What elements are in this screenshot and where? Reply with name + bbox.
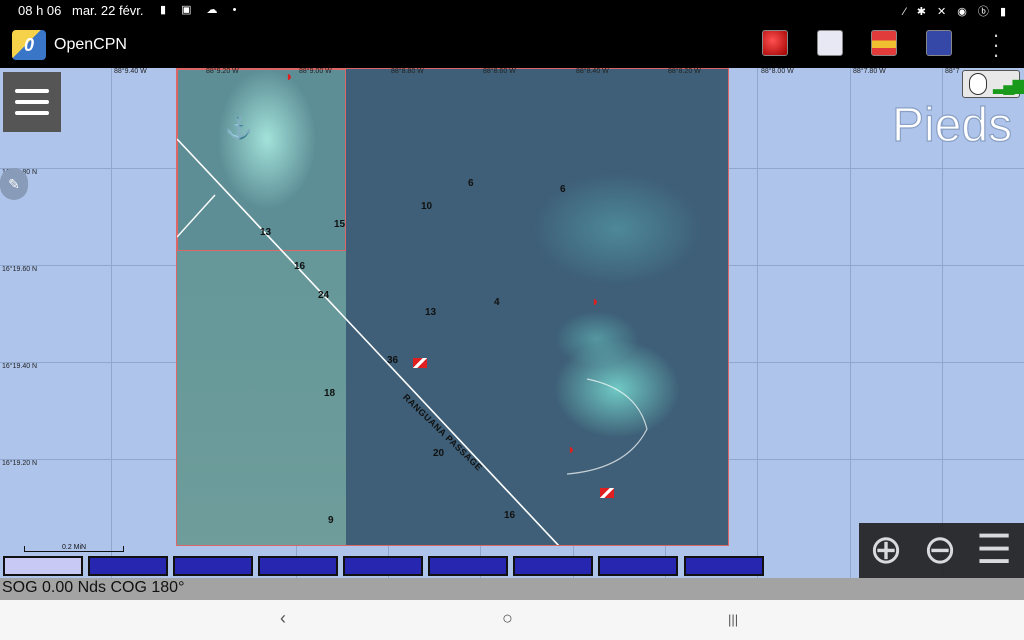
sounding: 6 <box>560 184 566 195</box>
app-toolbar: 0 OpenCPN · · · <box>0 22 1024 68</box>
opencpn-logo-icon: 0 <box>12 30 46 60</box>
compass-icon <box>969 73 987 95</box>
sounding: 4 <box>494 297 500 308</box>
notification-icons: ▮ ▣ ☁ • <box>160 4 243 16</box>
home-icon[interactable]: ○ <box>502 608 513 629</box>
chart-canvas[interactable]: ⚓ ◗ ◗ ◗ 6 6 10 15 13 16 24 4 13 36 18 20… <box>0 68 1024 578</box>
chart-quilt-tab[interactable] <box>88 556 168 576</box>
latitude-label: 16°19.20 N <box>2 460 38 467</box>
chart-quilt-tab[interactable] <box>258 556 338 576</box>
date: mar. 22 févr. <box>72 3 144 18</box>
zoom-panel: ⊕ ⊖ ☰ <box>859 523 1024 578</box>
dive-site-icon[interactable]: ◗ <box>591 293 599 309</box>
menu-icon[interactable]: ☰ <box>971 527 1017 573</box>
sounding: 24 <box>318 290 330 301</box>
longitude-label: 88°7 <box>945 68 960 75</box>
longitude-label: 88°8.60 W <box>483 68 516 75</box>
chart-quilt-tab[interactable] <box>3 556 83 576</box>
dashboard-tool-icon[interactable] <box>817 30 843 56</box>
chart-quilt-tab[interactable] <box>173 556 253 576</box>
sounding: 10 <box>421 201 433 212</box>
sog-cog-readout: SOG 0.00 Nds COG 180° <box>2 579 185 596</box>
pencil-icon[interactable]: ✎ <box>0 168 28 200</box>
depth-units-label: Pieds <box>891 98 1013 152</box>
sounding: 16 <box>294 261 306 272</box>
passage-line <box>177 138 648 545</box>
longitude-label: 88°8.00 W <box>761 68 794 75</box>
scale-label: 0.2 MiN <box>62 544 87 551</box>
system-status-bar: 08 h 06 mar. 22 févr. ▮ ▣ ☁ • ⁄ ✱ ✕ ◉ ⓑ … <box>0 0 1024 22</box>
sounding: 20 <box>433 448 445 459</box>
zoom-out-icon[interactable]: ⊖ <box>917 527 963 573</box>
sounding: 36 <box>387 355 399 366</box>
satellite-chart-overlay: ⚓ ◗ ◗ ◗ 6 6 10 15 13 16 24 4 13 36 18 20… <box>176 68 729 546</box>
latitude-label: 16°19.40 N <box>2 363 38 370</box>
longitude-label: 88°7.80 W <box>853 68 886 75</box>
longitude-label: 88°9.20 W <box>206 68 239 75</box>
overflow-menu-icon[interactable]: · · · <box>988 24 1004 66</box>
dive-site-icon[interactable]: ◗ <box>285 69 293 84</box>
longitude-label: 88°8.40 W <box>576 68 609 75</box>
layers-tool-icon[interactable] <box>871 30 897 56</box>
chart-quilt-tab[interactable] <box>513 556 593 576</box>
sounding: 18 <box>324 388 336 399</box>
back-icon[interactable]: ‹ <box>280 608 286 629</box>
app-title: OpenCPN <box>54 36 127 53</box>
nav-status-line: SOG 0.00 Nds COG 180° <box>0 578 1024 600</box>
longitude-label: 88°9.00 W <box>299 68 332 75</box>
longitude-label: 88°8.80 W <box>391 68 424 75</box>
dive-site-icon[interactable]: ◗ <box>567 441 575 457</box>
hamburger-menu-button[interactable] <box>3 72 61 132</box>
sounding: 15 <box>334 219 346 230</box>
longitude-label: 88°8.20 W <box>668 68 701 75</box>
compass-gps-widget[interactable]: ▂▄▆ <box>962 70 1024 98</box>
dive-flag-icon[interactable] <box>413 358 427 368</box>
android-nav-bar: ‹ ○ ||| <box>0 600 1024 640</box>
sounding: 9 <box>328 515 334 526</box>
latitude-label: 16°19.60 N <box>2 266 38 273</box>
sounding: 6 <box>468 178 474 189</box>
chart-quilt-tab[interactable] <box>343 556 423 576</box>
sounding: 13 <box>425 307 437 318</box>
track-tool-icon[interactable] <box>926 30 952 56</box>
gps-signal-icon: ▂▄▆ <box>993 77 1024 94</box>
longitude-label: 88°9.40 W <box>114 68 147 75</box>
sounding: 13 <box>260 227 272 238</box>
recents-icon[interactable]: ||| <box>728 612 738 627</box>
clock: 08 h 06 <box>18 3 62 18</box>
chart-quilt-tab[interactable] <box>428 556 508 576</box>
anchorage-icon[interactable]: ⚓ <box>225 115 252 141</box>
zoom-in-icon[interactable]: ⊕ <box>863 527 909 573</box>
system-icons: ⁄ ✱ ✕ ◉ ⓑ ▮ <box>903 6 1010 18</box>
dive-flag-icon[interactable] <box>600 488 614 498</box>
route-tool-icon[interactable] <box>762 30 788 56</box>
chart-quilt-tab[interactable] <box>684 556 764 576</box>
sounding: 16 <box>504 510 516 521</box>
chart-quilt-tab[interactable] <box>598 556 678 576</box>
